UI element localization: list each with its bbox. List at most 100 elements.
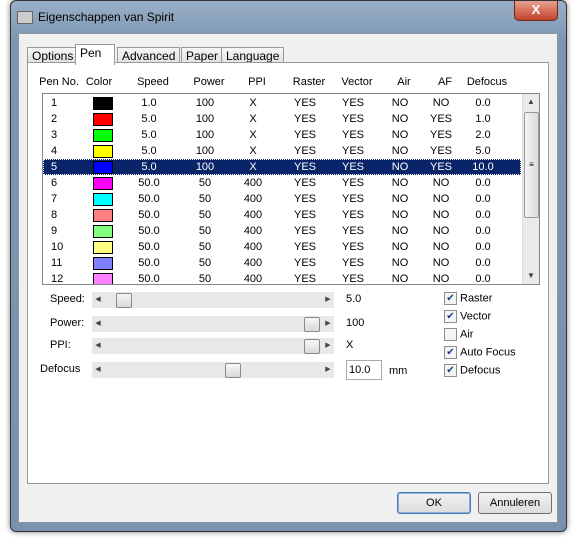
pen-defocus: 2.0 [475, 129, 491, 141]
pen-ppi: 400 [243, 273, 263, 285]
pen-no: 1 [51, 97, 58, 109]
power-slider[interactable]: ◀ ▶ [92, 316, 334, 332]
pen-speed: 50.0 [138, 241, 160, 253]
pen-power: 50 [198, 193, 212, 205]
pen-power: 50 [198, 257, 212, 269]
checkmark-icon[interactable]: ✔ [444, 292, 457, 305]
pen-speed: 50.0 [138, 177, 160, 189]
pen-raster: YES [293, 161, 316, 173]
pen-ppi: 400 [243, 241, 263, 253]
pen-row[interactable]: 2 5.0 100 X YES YES NO YES 1.0 [43, 111, 521, 127]
pen-defocus: 10.0 [472, 161, 494, 173]
ok-button[interactable]: OK [397, 492, 471, 514]
pen-air: NO [391, 161, 409, 173]
pen-af: YES [429, 145, 452, 157]
checkbox-label: Raster [460, 292, 493, 305]
column-header: Defocus [466, 76, 508, 88]
checkbox-auto-focus[interactable]: ✔ Auto Focus [444, 346, 516, 360]
pen-af: NO [432, 273, 450, 285]
pen-row[interactable]: 7 50.0 50 400 YES YES NO NO 0.0 [43, 191, 521, 207]
pen-row[interactable]: 8 50.0 50 400 YES YES NO NO 0.0 [43, 207, 521, 223]
pen-no: 12 [51, 273, 64, 285]
cancel-button[interactable]: Annuleren [478, 492, 552, 514]
pen-no: 4 [51, 145, 58, 157]
checkmark-icon[interactable]: ✔ [444, 346, 457, 359]
scroll-down-icon[interactable]: ▼ [523, 268, 539, 284]
ppi-value: X [346, 339, 354, 351]
checkmark-icon[interactable]: ✔ [444, 364, 457, 377]
pen-vector: YES [341, 145, 364, 157]
pen-power: 100 [195, 129, 215, 141]
pen-no: 3 [51, 129, 58, 141]
pen-color-swatch [93, 113, 113, 126]
column-header: Raster [292, 76, 326, 88]
pen-row[interactable]: 5 5.0 100 X YES YES NO YES 10.0 [43, 159, 521, 175]
pen-air: NO [391, 193, 409, 205]
slider-right-icon[interactable]: ▶ [322, 362, 334, 378]
close-button[interactable]: X [514, 1, 558, 21]
pen-speed: 50.0 [138, 209, 160, 221]
pen-color-swatch [93, 161, 113, 174]
checkbox-label: Auto Focus [460, 346, 516, 359]
pen-speed: 50.0 [138, 225, 160, 237]
pen-no: 6 [51, 177, 58, 189]
pen-raster: YES [293, 145, 316, 157]
pen-raster: YES [293, 225, 316, 237]
pen-af: NO [432, 177, 450, 189]
column-header: PPI [248, 76, 266, 88]
scroll-up-icon[interactable]: ▲ [523, 94, 539, 110]
slider-left-icon[interactable]: ◀ [92, 338, 104, 354]
slider-thumb[interactable] [115, 293, 132, 308]
slider-left-icon[interactable]: ◀ [92, 362, 104, 378]
pen-speed: 50.0 [138, 273, 160, 285]
defocus-input[interactable]: 10.0 [346, 360, 382, 380]
slider-right-icon[interactable]: ▶ [322, 292, 334, 308]
list-scrollbar[interactable]: ▲ ≡ ▼ [522, 94, 539, 284]
pen-defocus: 1.0 [475, 113, 491, 125]
slider-right-icon[interactable]: ▶ [322, 338, 334, 354]
pen-raster: YES [293, 257, 316, 269]
slider-thumb[interactable] [224, 363, 241, 378]
checkbox-vector[interactable]: ✔ Vector [444, 310, 491, 324]
checkbox-icon[interactable] [444, 328, 457, 341]
pen-row[interactable]: 10 50.0 50 400 YES YES NO NO 0.0 [43, 239, 521, 255]
pen-defocus: 0.0 [475, 209, 491, 221]
checkmark-icon[interactable]: ✔ [444, 310, 457, 323]
slider-right-icon[interactable]: ▶ [322, 316, 334, 332]
pen-air: NO [391, 241, 409, 253]
pen-row[interactable]: 4 5.0 100 X YES YES NO YES 5.0 [43, 143, 521, 159]
pen-vector: YES [341, 113, 364, 125]
pen-speed: 50.0 [138, 193, 160, 205]
pen-row[interactable]: 12 50.0 50 400 YES YES NO NO 0.0 [43, 271, 521, 285]
checkbox-raster[interactable]: ✔ Raster [444, 292, 492, 306]
pen-row[interactable]: 9 50.0 50 400 YES YES NO NO 0.0 [43, 223, 521, 239]
pen-color-swatch [93, 193, 113, 206]
tab-pen[interactable]: Pen [75, 44, 115, 65]
checkbox-air[interactable]: Air [444, 328, 473, 342]
scroll-thumb[interactable]: ≡ [524, 112, 539, 218]
pen-vector: YES [341, 257, 364, 269]
slider-thumb[interactable] [304, 317, 320, 332]
pen-row[interactable]: 11 50.0 50 400 YES YES NO NO 0.0 [43, 255, 521, 271]
pen-air: NO [391, 129, 409, 141]
defocus-slider[interactable]: ◀ ▶ [92, 362, 334, 378]
printer-icon [17, 11, 33, 24]
column-header: Speed [137, 76, 169, 88]
slider-left-icon[interactable]: ◀ [92, 316, 104, 332]
pen-air: NO [391, 145, 409, 157]
ppi-slider[interactable]: ◀ ▶ [92, 338, 334, 354]
pen-row[interactable]: 1 1.0 100 X YES YES NO NO 0.0 [43, 95, 521, 111]
pen-defocus: 0.0 [475, 241, 491, 253]
pen-vector: YES [341, 97, 364, 109]
pen-list[interactable]: 1 1.0 100 X YES YES NO NO 0.0 2 5.0 100 X YES YES NO… [42, 93, 540, 285]
pen-defocus: 0.0 [475, 257, 491, 269]
slider-thumb[interactable] [304, 339, 320, 354]
pen-color-swatch [93, 177, 113, 190]
pen-row[interactable]: 3 5.0 100 X YES YES NO YES 2.0 [43, 127, 521, 143]
slider-left-icon[interactable]: ◀ [92, 292, 104, 308]
pen-af: NO [432, 209, 450, 221]
pen-row[interactable]: 6 50.0 50 400 YES YES NO NO 0.0 [43, 175, 521, 191]
speed-slider[interactable]: ◀ ▶ [92, 292, 334, 308]
pen-color-swatch [93, 129, 113, 142]
checkbox-defocus[interactable]: ✔ Defocus [444, 364, 500, 378]
